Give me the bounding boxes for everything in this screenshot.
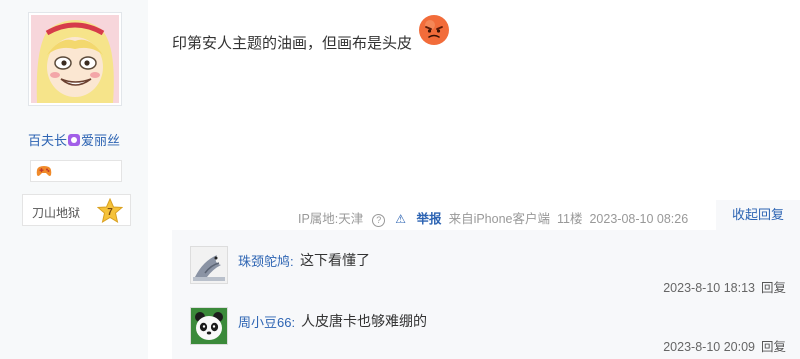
username-part1: 百夫长	[27, 133, 67, 148]
reply-button[interactable]: 回复	[761, 340, 786, 354]
pigeon-avatar-icon	[191, 247, 227, 283]
reply-text: 这下看懂了	[300, 252, 370, 268]
panda-avatar-icon	[191, 308, 227, 344]
help-icon[interactable]: ?	[372, 214, 386, 227]
report-link[interactable]: ⚠ 举报	[395, 212, 441, 226]
reply-avatar[interactable]	[190, 307, 228, 345]
reply-time: 2023-8-10 20:09	[663, 340, 755, 354]
reply-meta: 2023-8-10 20:09 回复	[663, 336, 786, 355]
post-content: 印第安人主题的油画，但画布是头皮	[172, 35, 413, 52]
report-label: 举报	[416, 212, 442, 226]
gamepad-icon	[36, 166, 52, 176]
level-number: 7	[107, 207, 113, 218]
user-level-badge[interactable]: 刀山地狱 7	[22, 194, 131, 226]
angry-face-emoji-icon	[419, 15, 449, 45]
floor-number: 11楼	[557, 212, 583, 226]
user-sidebar: 百夫长 爱丽丝 刀山地狱 7	[0, 0, 148, 359]
reply-text: 人皮唐卡也够难绷的	[301, 313, 427, 329]
anime-avatar-icon	[31, 15, 119, 103]
username-link[interactable]: 百夫长 爱丽丝	[0, 130, 148, 149]
level-name: 刀山地狱	[32, 206, 81, 220]
reply-panel: 珠颈鸵鸠: 这下看懂了 2023-8-10 18:13 回复 周小豆66: 人皮唐…	[172, 230, 800, 359]
reply-username[interactable]: 周小豆66:	[238, 312, 295, 331]
post-meta: IP属地:天津? ⚠ 举报 来自iPhone客户端 11楼 2023-08-10 08:…	[298, 208, 695, 227]
level-star-icon: 7	[97, 198, 123, 224]
reply-meta: 2023-8-10 18:13 回复	[663, 277, 786, 296]
collapse-replies-button[interactable]: 收起回复	[716, 200, 800, 230]
user-avatar[interactable]	[28, 12, 122, 106]
warning-icon: ⚠	[395, 212, 407, 226]
user-badge-slot[interactable]	[30, 160, 122, 182]
post-source: 来自iPhone客户端	[448, 212, 550, 226]
vip-badge-icon	[68, 134, 80, 146]
reply-avatar[interactable]	[190, 246, 228, 284]
post-time: 2023-08-10 08:26	[589, 212, 689, 226]
ip-location: IP属地:天津	[298, 212, 364, 226]
username-part2: 爱丽丝	[81, 133, 121, 148]
reply-button[interactable]: 回复	[761, 281, 786, 295]
reply-username[interactable]: 珠颈鸵鸠:	[238, 251, 294, 270]
reply-time: 2023-8-10 18:13	[663, 281, 755, 295]
